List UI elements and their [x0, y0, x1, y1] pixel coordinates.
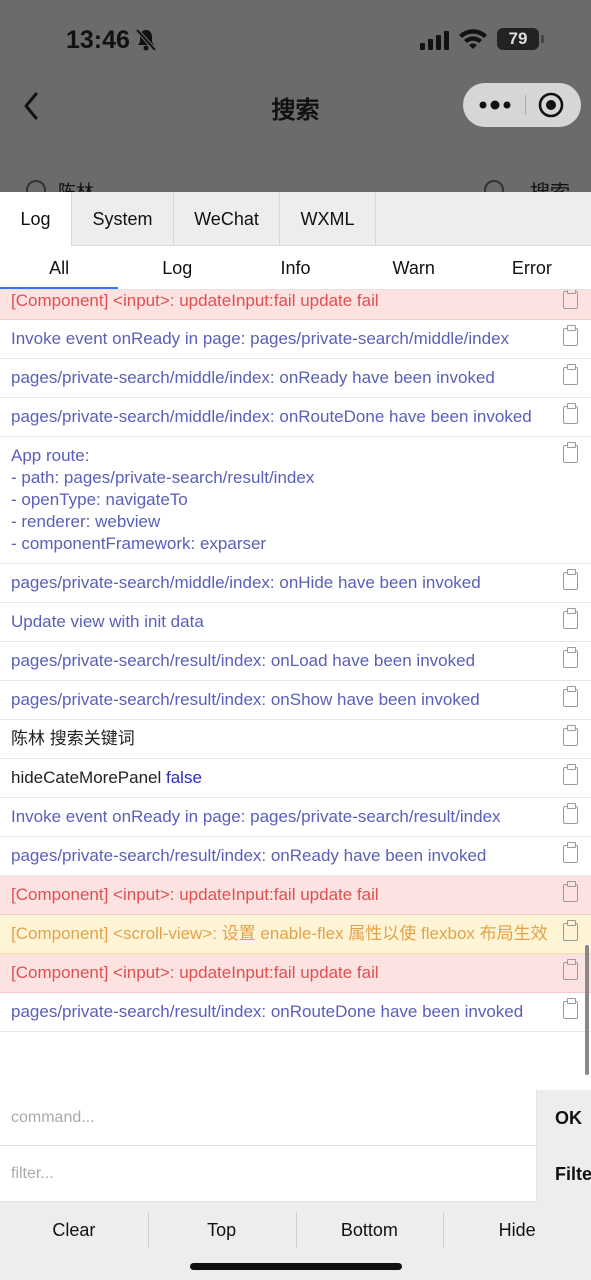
copy-icon[interactable]: [563, 881, 578, 902]
log-text: Invoke event onReady in page: pages/priv…: [11, 329, 510, 348]
log-level-tabs: All Log Info Warn Error: [0, 246, 591, 290]
copy-icon[interactable]: [563, 647, 578, 668]
log-row: [Component] <input>: updateInput:fail up…: [0, 290, 591, 320]
bottom-button[interactable]: Bottom: [295, 1202, 444, 1258]
home-indicator: [190, 1263, 402, 1270]
log-row: pages/private-search/middle/index: onRou…: [0, 398, 591, 437]
log-text: [Component] <input>: updateInput:fail up…: [11, 963, 379, 982]
bell-muted-icon: [135, 28, 157, 52]
search-bar: 陈林 搜索: [0, 172, 591, 194]
command-input[interactable]: [0, 1090, 536, 1146]
log-row: pages/private-search/middle/index: onHid…: [0, 564, 591, 603]
log-row: pages/private-search/middle/index: onRea…: [0, 359, 591, 398]
copy-icon[interactable]: [563, 842, 578, 863]
log-row: pages/private-search/result/index: onSho…: [0, 681, 591, 720]
subtab-error[interactable]: Error: [473, 246, 591, 289]
hide-button[interactable]: Hide: [443, 1202, 591, 1258]
filter-input[interactable]: [0, 1146, 536, 1202]
copy-icon[interactable]: [563, 290, 578, 309]
tab-log[interactable]: Log: [0, 192, 72, 246]
vconsole-tabs: Log System WeChat WXML: [0, 192, 591, 246]
signal-icon: [420, 31, 449, 50]
copy-icon[interactable]: [563, 569, 578, 590]
status-time: 13:46: [66, 26, 130, 54]
copy-icon[interactable]: [563, 959, 578, 980]
copy-icon[interactable]: [563, 920, 578, 941]
filter-button[interactable]: Filter: [536, 1146, 591, 1202]
log-text: pages/private-search/middle/index: onRou…: [11, 407, 532, 426]
copy-icon[interactable]: [563, 442, 578, 463]
log-text: Update view with init data: [11, 612, 204, 631]
log-text: pages/private-search/result/index: onRou…: [11, 1002, 524, 1021]
log-text: pages/private-search/middle/index: onHid…: [11, 573, 481, 592]
log-text: 陈林 搜索关键词: [11, 729, 135, 748]
copy-icon[interactable]: [563, 364, 578, 385]
clear-button[interactable]: Clear: [0, 1202, 148, 1258]
copy-icon[interactable]: [563, 998, 578, 1019]
wifi-icon: [459, 29, 487, 49]
subtab-info[interactable]: Info: [236, 246, 354, 289]
menu-capsule: [463, 83, 581, 127]
log-text: App route: - path: pages/private-search/…: [11, 446, 315, 553]
more-icon[interactable]: [477, 91, 513, 119]
log-boolean-value: false: [165, 768, 202, 787]
log-text: [Component] <input>: updateInput:fail up…: [11, 885, 379, 904]
battery-icon: 79: [497, 28, 544, 50]
log-row: pages/private-search/result/index: onRou…: [0, 993, 591, 1032]
vconsole-panel: Log System WeChat WXML All Log Info Warn…: [0, 192, 591, 1280]
log-row: App route: - path: pages/private-search/…: [0, 437, 591, 564]
log-row: hideCateMorePanel false: [0, 759, 591, 798]
log-row: pages/private-search/result/index: onLoa…: [0, 642, 591, 681]
subtab-warn[interactable]: Warn: [355, 246, 473, 289]
log-text: Invoke event onReady in page: pages/priv…: [11, 807, 501, 826]
copy-icon[interactable]: [563, 608, 578, 629]
close-miniprogram-icon[interactable]: [537, 91, 565, 119]
log-row: 陈林 搜索关键词: [0, 720, 591, 759]
tab-wechat[interactable]: WeChat: [174, 192, 280, 246]
tab-system[interactable]: System: [72, 192, 174, 246]
log-text: pages/private-search/result/index: onLoa…: [11, 651, 476, 670]
log-text: pages/private-search/result/index: onSho…: [11, 690, 480, 709]
copy-icon[interactable]: [563, 725, 578, 746]
copy-icon[interactable]: [563, 686, 578, 707]
filter-row: Filter: [0, 1146, 591, 1202]
copy-icon[interactable]: [563, 803, 578, 824]
log-row: [Component] <input>: updateInput:fail up…: [0, 876, 591, 915]
log-row: [Component] <scroll-view>: 设置 enable-fle…: [0, 915, 591, 954]
status-bar: 13:46 79: [0, 0, 591, 80]
log-row: Update view with init data: [0, 603, 591, 642]
command-row: OK: [0, 1090, 591, 1146]
copy-icon[interactable]: [563, 403, 578, 424]
log-row: Invoke event onReady in page: pages/priv…: [0, 798, 591, 837]
log-text: pages/private-search/middle/index: onRea…: [11, 368, 495, 387]
log-text: [Component] <input>: updateInput:fail up…: [11, 291, 379, 310]
log-row: pages/private-search/result/index: onRea…: [0, 837, 591, 876]
top-button[interactable]: Top: [147, 1202, 296, 1258]
capsule-divider: [525, 95, 526, 115]
log-scrollbar[interactable]: [585, 945, 589, 1075]
tab-wxml[interactable]: WXML: [280, 192, 376, 246]
ok-button[interactable]: OK: [536, 1090, 591, 1146]
nav-bar: 搜索: [0, 80, 591, 132]
log-list[interactable]: [Component] <input>: updateInput:fail up…: [0, 290, 591, 1090]
copy-icon[interactable]: [563, 764, 578, 785]
copy-icon[interactable]: [563, 325, 578, 346]
log-text: hideCateMorePanel: [11, 768, 166, 787]
log-row: [Component] <input>: updateInput:fail up…: [0, 954, 591, 993]
log-text: [Component] <scroll-view>: 设置 enable-fle…: [11, 924, 548, 943]
log-text: pages/private-search/result/index: onRea…: [11, 846, 487, 865]
subtab-log[interactable]: Log: [118, 246, 236, 289]
log-row: Invoke event onReady in page: pages/priv…: [0, 320, 591, 359]
subtab-all[interactable]: All: [0, 246, 119, 289]
